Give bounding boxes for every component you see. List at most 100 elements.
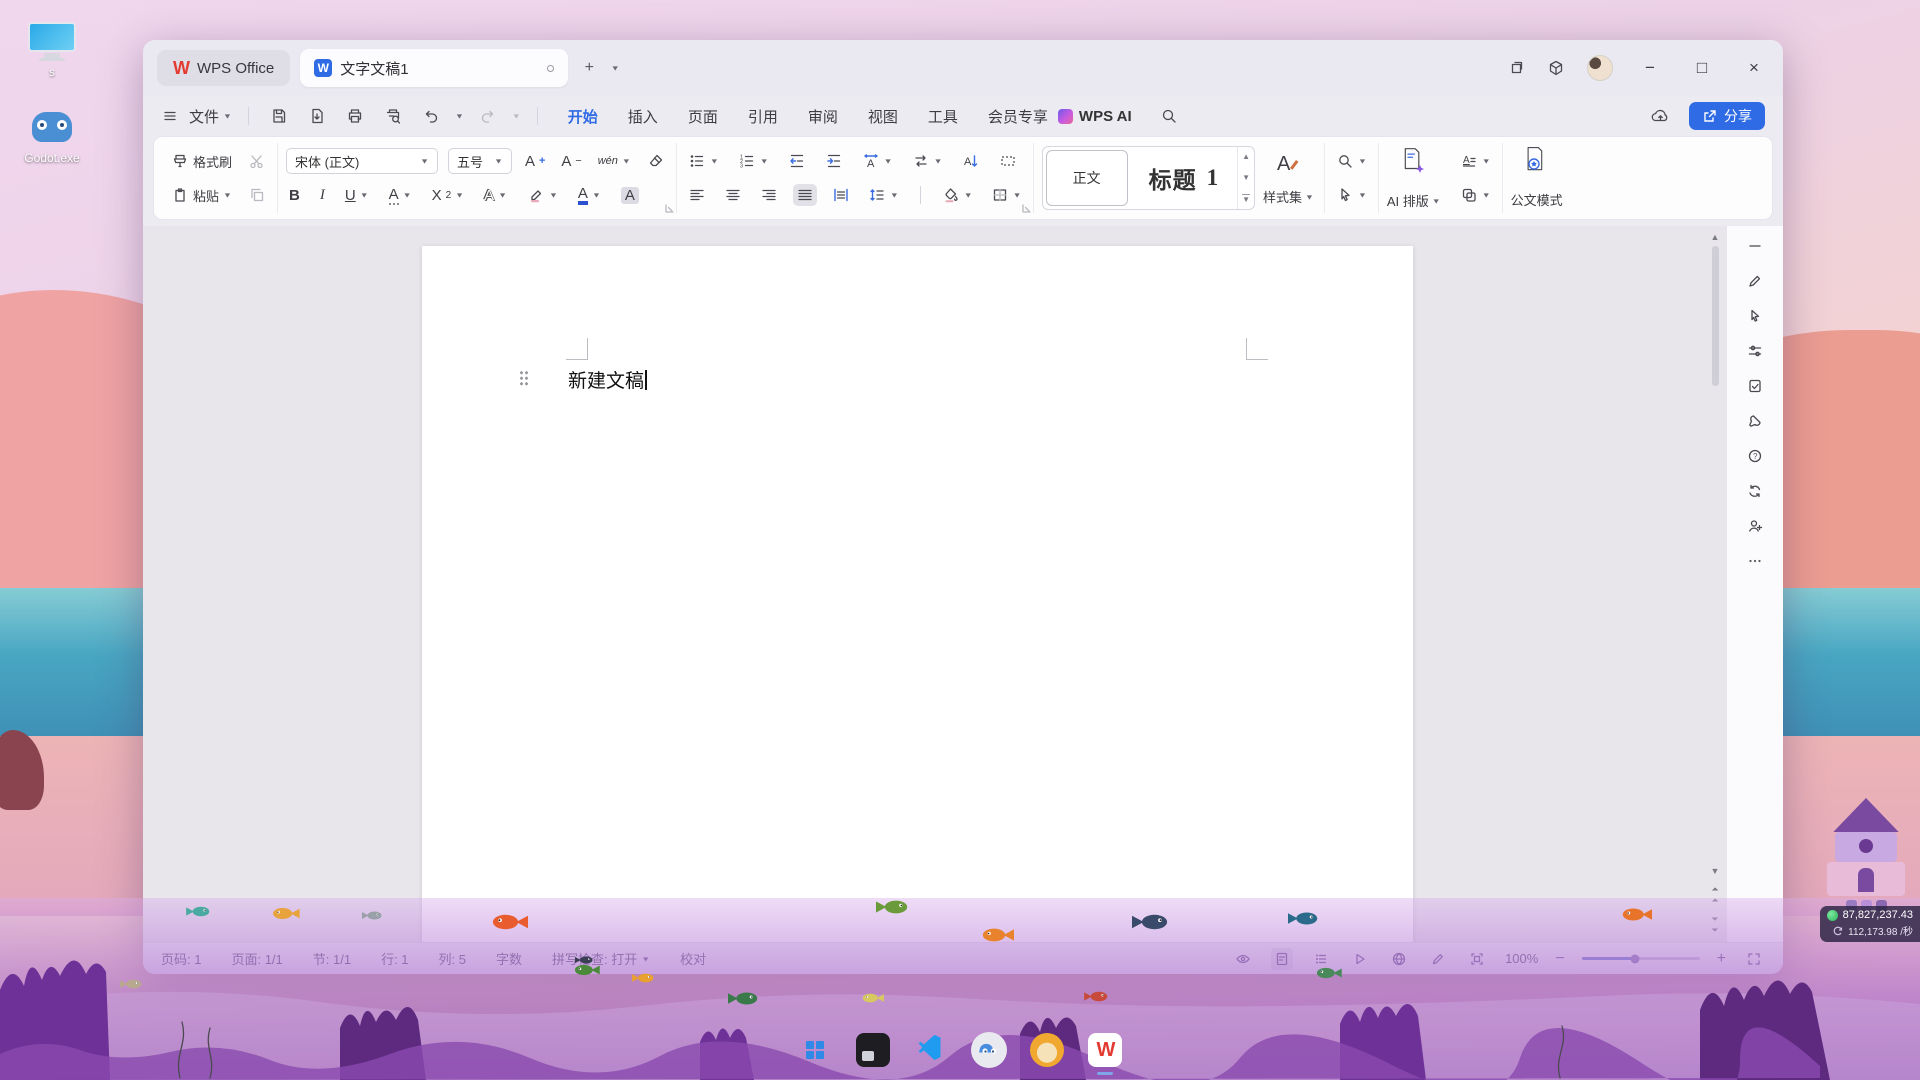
- sort-button[interactable]: A: [959, 150, 983, 172]
- show-marks-button[interactable]: [996, 150, 1020, 172]
- status-item-4[interactable]: 列: 5: [439, 949, 466, 968]
- status-item-3[interactable]: 行: 1: [381, 949, 408, 968]
- hamster-app-icon[interactable]: [1027, 1030, 1067, 1070]
- paste-button[interactable]: 粘贴 ▼: [168, 184, 235, 207]
- ribbon-tab-6[interactable]: 工具: [928, 106, 958, 127]
- document-canvas[interactable]: 新建文稿 ▲ ▼ ⏶⏶ ⏷⏷: [143, 226, 1726, 942]
- document-tab[interactable]: W 文字文稿1: [300, 49, 568, 87]
- doc-check-icon[interactable]: [1747, 378, 1763, 394]
- settings-sliders-icon[interactable]: [1747, 343, 1763, 359]
- zoom-in-button[interactable]: +: [1717, 950, 1726, 968]
- save-icon[interactable]: [265, 103, 293, 129]
- share-button[interactable]: 分享: [1689, 102, 1765, 130]
- status-item-1[interactable]: 页面: 1/1: [231, 949, 282, 968]
- select-cursor-icon[interactable]: [1747, 308, 1763, 324]
- ribbon-tab-1[interactable]: 插入: [628, 106, 658, 127]
- multi-window-icon[interactable]: [1507, 59, 1525, 77]
- align-left-button[interactable]: [685, 184, 709, 206]
- highlight-button[interactable]: ▼: [524, 184, 561, 206]
- prev-page-icon[interactable]: ⏶⏶: [1711, 884, 1718, 906]
- shading-bucket-button[interactable]: ▼: [939, 184, 976, 206]
- bold-button[interactable]: B: [286, 185, 303, 206]
- wps-home-tab[interactable]: W WPS Office: [157, 50, 290, 86]
- next-page-icon[interactable]: ⏷⏷: [1711, 914, 1718, 936]
- justify-button[interactable]: [793, 184, 817, 206]
- text-layout-button[interactable]: A▼: [1457, 150, 1494, 172]
- coin-counter-widget[interactable]: 87,827,237.43 112,173.98 /秒: [1820, 906, 1920, 942]
- desktop-icon-s[interactable]: s: [10, 22, 94, 79]
- bullet-list-button[interactable]: ▼: [685, 150, 722, 172]
- global-menu-icon[interactable]: [161, 107, 179, 125]
- search-icon[interactable]: [1160, 107, 1178, 125]
- format-painter-button[interactable]: 格式刷: [168, 150, 235, 173]
- line-spacing-button[interactable]: ▼: [865, 184, 902, 206]
- ribbon-tab-4[interactable]: 审阅: [808, 106, 838, 127]
- start-button[interactable]: [795, 1030, 835, 1070]
- page-view-icon[interactable]: [1271, 948, 1293, 970]
- undo-icon[interactable]: [417, 103, 445, 129]
- godot-app-icon[interactable]: [969, 1030, 1009, 1070]
- zoom-percent[interactable]: 100%: [1505, 951, 1538, 966]
- ribbon-tab-7[interactable]: 会员专享: [988, 106, 1048, 127]
- close-button[interactable]: ×: [1739, 58, 1769, 78]
- minimize-button[interactable]: −: [1635, 58, 1665, 78]
- document-text[interactable]: 新建文稿: [568, 366, 647, 393]
- increase-indent-button[interactable]: [822, 150, 846, 172]
- ribbon-tab-0[interactable]: 开始: [568, 106, 598, 127]
- font-name-select[interactable]: 宋体 (正文) ▼: [286, 148, 438, 174]
- selection-pane-button[interactable]: ▼: [1457, 184, 1494, 206]
- font-size-select[interactable]: 五号 ▼: [448, 148, 512, 174]
- styles-gallery-arrows[interactable]: ▲▼▼: [1237, 147, 1254, 209]
- status-item-2[interactable]: 节: 1/1: [313, 949, 351, 968]
- paragraph-drag-handle[interactable]: [519, 370, 529, 386]
- pinyin-guide-button[interactable]: wén▼: [595, 153, 634, 169]
- vscode-app-icon[interactable]: [911, 1030, 951, 1070]
- underline-button[interactable]: U▼: [342, 185, 372, 206]
- grow-font-button[interactable]: A+: [522, 151, 548, 172]
- scroll-down-icon[interactable]: ▼: [1711, 866, 1720, 876]
- ink-pen-icon[interactable]: [1427, 948, 1449, 970]
- app-center-icon[interactable]: [1547, 59, 1565, 77]
- redo-chevron-icon[interactable]: ▼: [512, 112, 521, 120]
- tab-list-chevron-icon[interactable]: ▼: [602, 58, 628, 79]
- more-icon[interactable]: [1747, 553, 1763, 569]
- cut-icon[interactable]: [245, 150, 269, 172]
- fullscreen-icon[interactable]: [1743, 948, 1765, 970]
- borders-button[interactable]: ▼: [988, 184, 1025, 206]
- scrollbar-thumb[interactable]: [1712, 246, 1719, 386]
- read-mode-icon[interactable]: [1349, 948, 1371, 970]
- eye-protect-icon[interactable]: [1232, 948, 1254, 970]
- emphasis-mark-button[interactable]: A▼: [386, 184, 415, 207]
- invite-user-icon[interactable]: [1747, 518, 1763, 534]
- web-view-icon[interactable]: [1388, 948, 1410, 970]
- outline-view-icon[interactable]: [1310, 948, 1332, 970]
- desktop-icon-godot[interactable]: Godot.exe: [10, 108, 94, 165]
- copy-icon[interactable]: [245, 184, 269, 206]
- char-shading-button[interactable]: A: [618, 185, 642, 206]
- decrease-indent-button[interactable]: [785, 150, 809, 172]
- zoom-slider[interactable]: [1582, 957, 1700, 960]
- status-item-5[interactable]: 字数: [496, 949, 522, 968]
- file-menu[interactable]: 文件 ▼: [189, 106, 232, 127]
- distribute-button[interactable]: [829, 184, 853, 206]
- new-tab-button[interactable]: +: [576, 55, 602, 81]
- find-replace-button[interactable]: ▼: [1333, 150, 1370, 172]
- undo-chevron-icon[interactable]: ▼: [455, 112, 464, 120]
- align-right-button[interactable]: [757, 184, 781, 206]
- scroll-up-icon[interactable]: ▲: [1711, 232, 1720, 242]
- ai-layout-button[interactable]: AI 排版▼: [1387, 146, 1441, 210]
- shrink-font-button[interactable]: A−: [558, 151, 584, 172]
- zoom-out-button[interactable]: −: [1555, 950, 1564, 968]
- wps-app-icon[interactable]: W: [1085, 1030, 1125, 1070]
- maximize-button[interactable]: □: [1687, 58, 1717, 78]
- style-set-button[interactable]: A 样式集▼: [1261, 146, 1316, 210]
- char-scale-button[interactable]: A▼: [859, 150, 896, 172]
- gov-mode-button[interactable]: 公文模式: [1511, 145, 1563, 209]
- select-button[interactable]: ▼: [1333, 184, 1370, 206]
- collapse-icon[interactable]: [1747, 238, 1763, 254]
- terminal-app-icon[interactable]: [853, 1030, 893, 1070]
- numbered-list-button[interactable]: 123▼: [735, 150, 772, 172]
- sign-pen-icon[interactable]: [1747, 273, 1763, 289]
- zoom-slider-thumb[interactable]: [1630, 954, 1639, 963]
- vertical-scrollbar[interactable]: ▲ ▼ ⏶⏶ ⏷⏷: [1708, 232, 1722, 936]
